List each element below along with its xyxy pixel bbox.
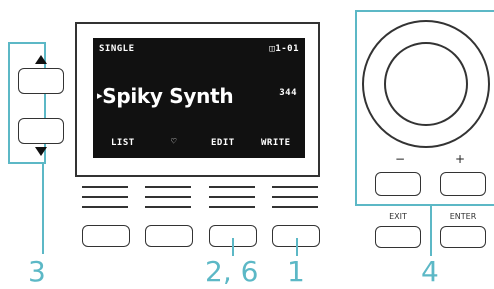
minus-label: − — [394, 152, 406, 166]
lcd-screen: SINGLE ◫1-01 ▸Spiky Synth 344 LIST ♡ EDI… — [93, 38, 305, 158]
down-arrow-icon — [35, 147, 47, 156]
callout-line-3 — [42, 164, 44, 254]
function-button-1[interactable] — [82, 225, 130, 247]
callout-2-6: 2, 6 — [205, 255, 259, 288]
softkey-write: WRITE — [261, 138, 291, 148]
softkey-edit: EDIT — [211, 138, 235, 148]
callout-line-1 — [296, 238, 298, 256]
inc-button[interactable] — [440, 172, 486, 196]
up-arrow-icon — [35, 55, 47, 64]
function-bars-1 — [82, 186, 128, 208]
exit-button[interactable] — [375, 226, 421, 248]
callout-3: 3 — [28, 255, 46, 288]
mode-label: SINGLE — [99, 44, 135, 54]
cursor-down-button[interactable] — [18, 118, 64, 144]
enter-label: ENTER — [449, 212, 477, 221]
function-bars-4 — [272, 186, 318, 208]
plus-label: + — [454, 152, 466, 166]
callout-4: 4 — [421, 255, 439, 288]
exit-label: EXIT — [389, 212, 407, 221]
value-dial-inner — [384, 42, 468, 126]
program-number: ◫1-01 — [269, 44, 299, 54]
function-bars-2 — [145, 186, 191, 208]
program-name: ▸Spiky Synth — [97, 84, 234, 108]
softkey-list: LIST — [111, 138, 135, 148]
callout-1: 1 — [287, 255, 305, 288]
enter-button[interactable] — [440, 226, 486, 248]
softkey-favorite: ♡ — [171, 137, 177, 147]
dec-button[interactable] — [375, 172, 421, 196]
tempo-value: 344 — [279, 88, 297, 98]
function-bars-3 — [209, 186, 255, 208]
callout-line-4 — [430, 206, 432, 256]
cursor-up-button[interactable] — [18, 68, 64, 94]
callout-line-2-6 — [232, 238, 234, 256]
function-button-2[interactable] — [145, 225, 193, 247]
